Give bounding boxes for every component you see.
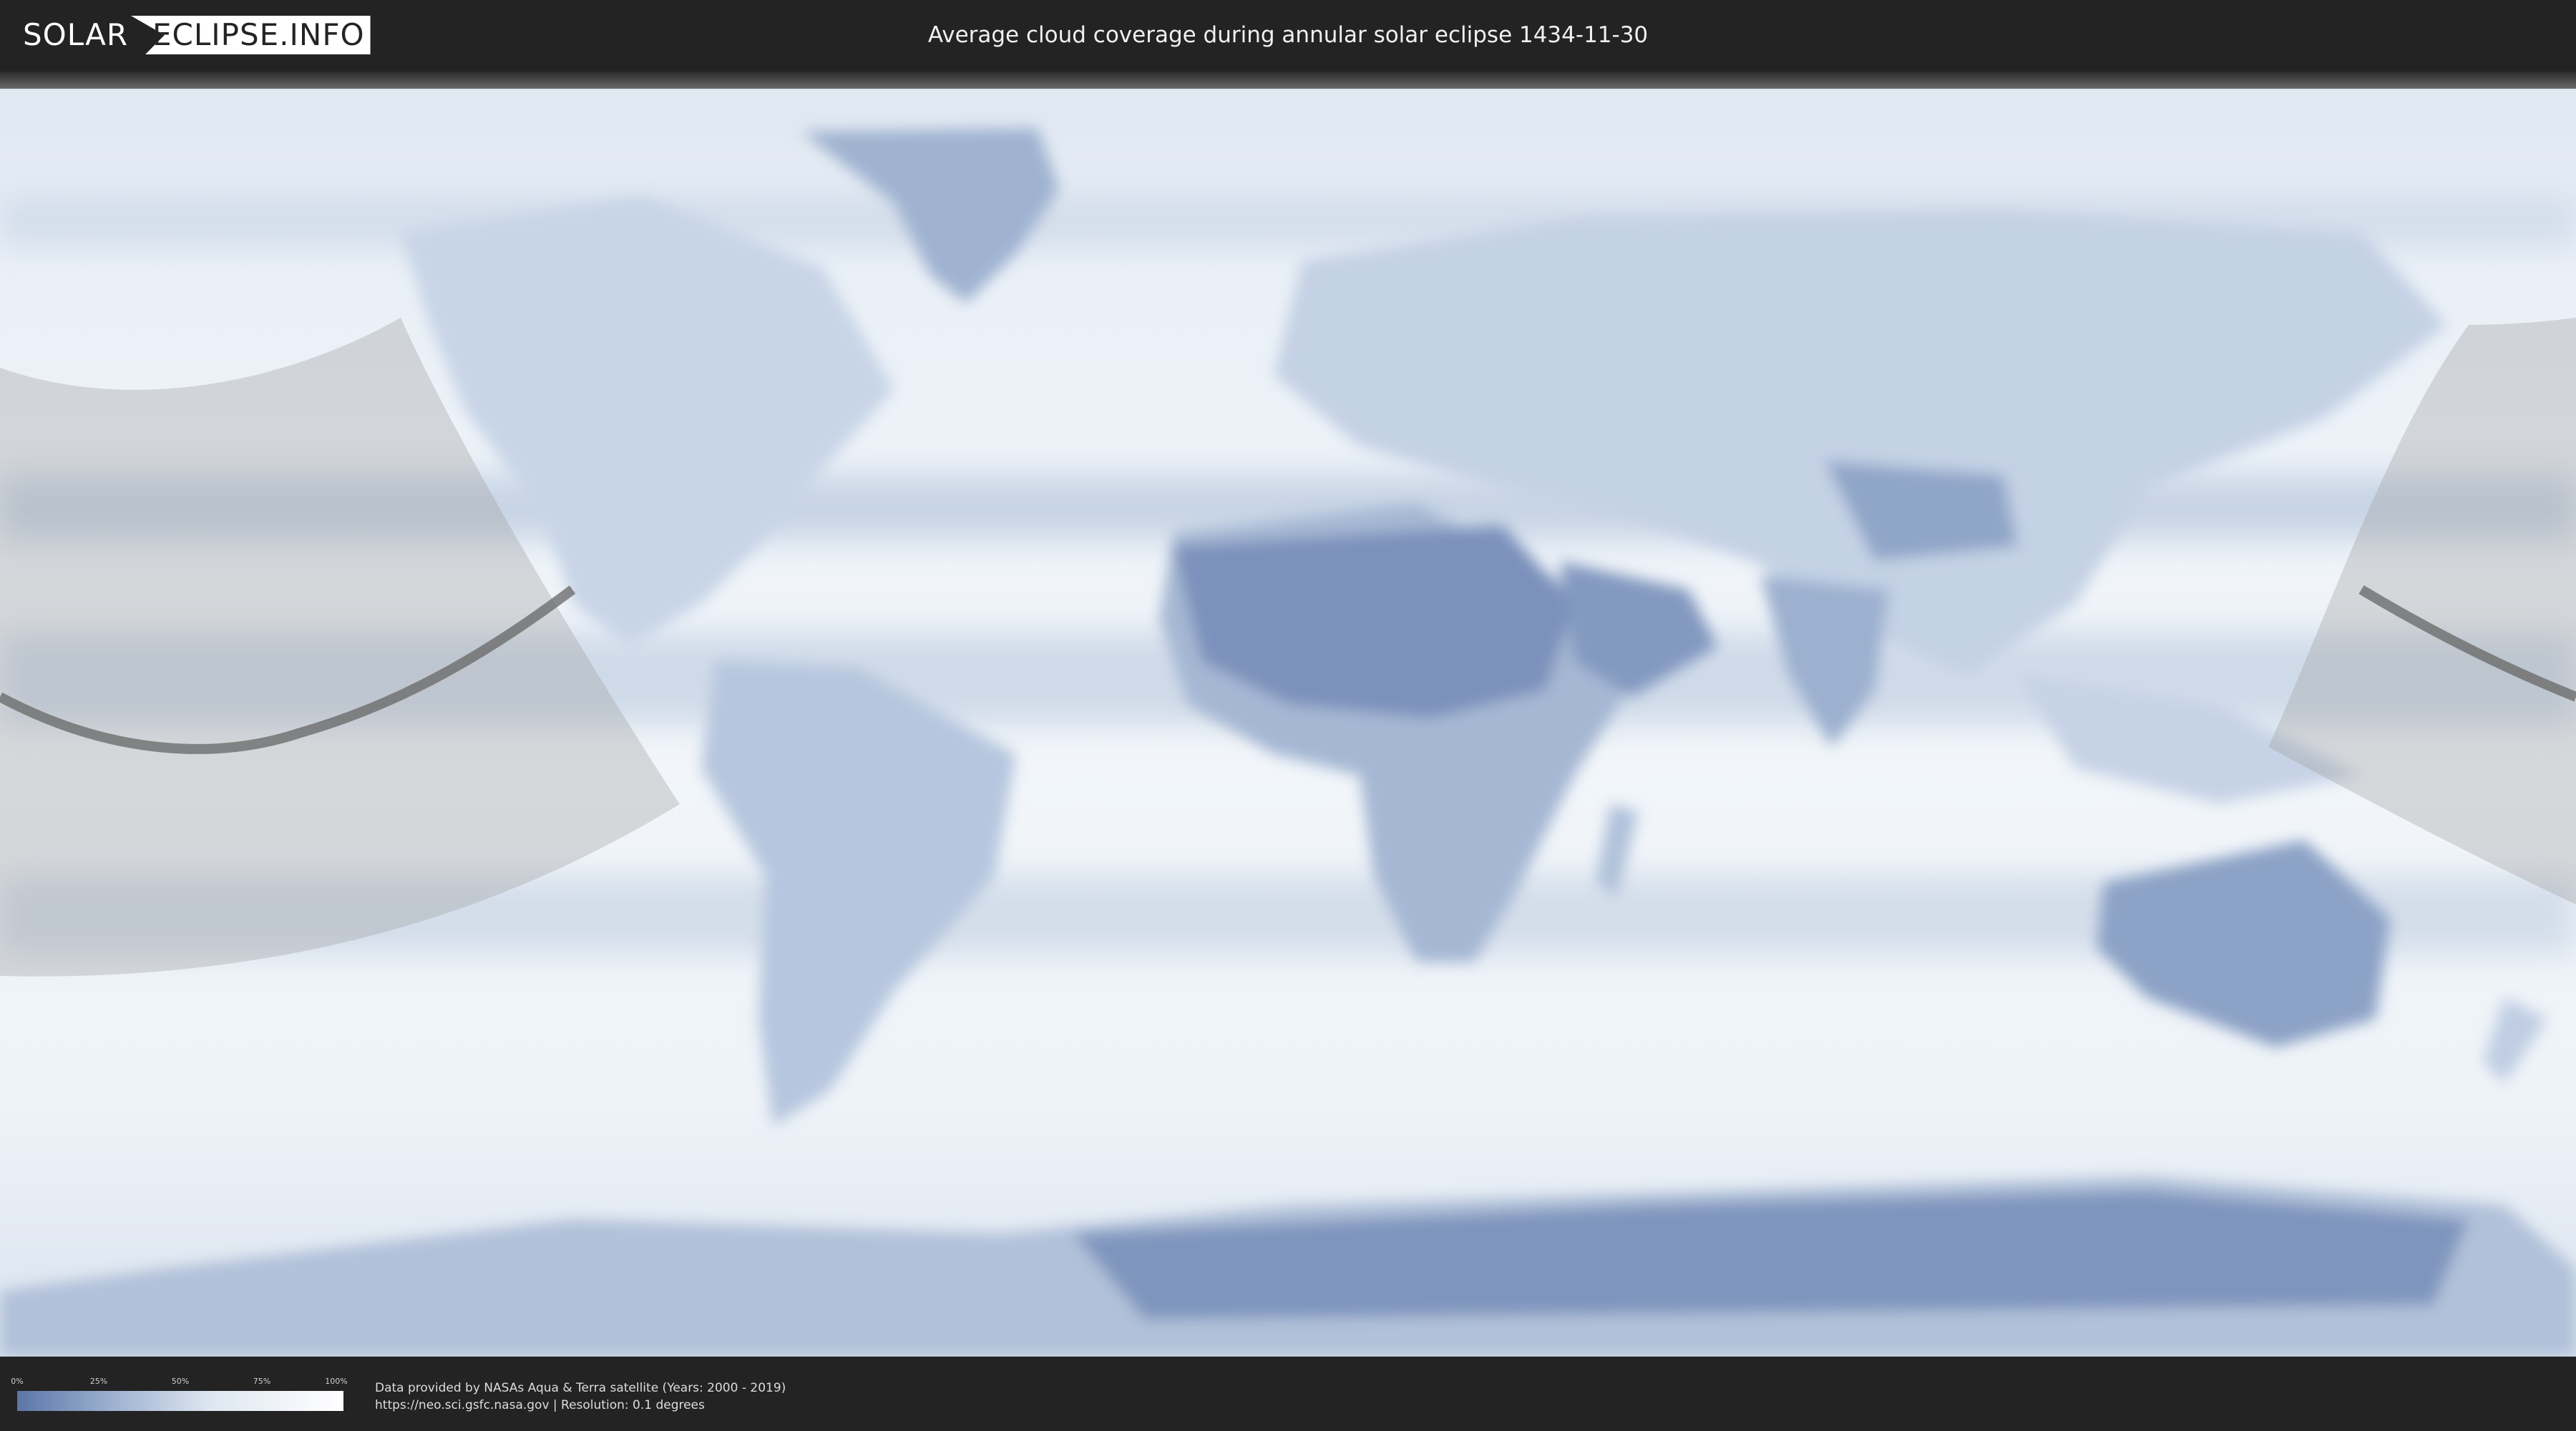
header-divider	[0, 72, 2576, 89]
footer: 0% 25% 50% 75% 100% Data provided by NAS…	[0, 1357, 2576, 1431]
data-credits: Data provided by NASAs Aqua & Terra sate…	[375, 1379, 786, 1414]
page-title: Average cloud coverage during annular so…	[927, 22, 1649, 48]
legend-color-bar	[17, 1391, 343, 1411]
page: SOLAR ECLIPSE.INFO Average cloud coverag…	[0, 0, 2576, 1431]
credit-line: Data provided by NASAs Aqua & Terra sate…	[375, 1381, 786, 1395]
legend-tick-50: 50%	[171, 1377, 190, 1386]
legend-tick-0: 0%	[11, 1377, 24, 1386]
cloud-coverage-map	[0, 89, 2576, 1357]
legend-tick-25: 25%	[89, 1377, 108, 1386]
legend-tick-100: 100%	[325, 1377, 348, 1386]
cloud-coverage-legend: 0% 25% 50% 75% 100%	[11, 1377, 348, 1411]
header: SOLAR ECLIPSE.INFO Average cloud coverag…	[0, 0, 2576, 72]
source-line: https://neo.sci.gsfc.nasa.gov | Resoluti…	[375, 1398, 705, 1412]
legend-tick-75: 75%	[253, 1377, 271, 1386]
